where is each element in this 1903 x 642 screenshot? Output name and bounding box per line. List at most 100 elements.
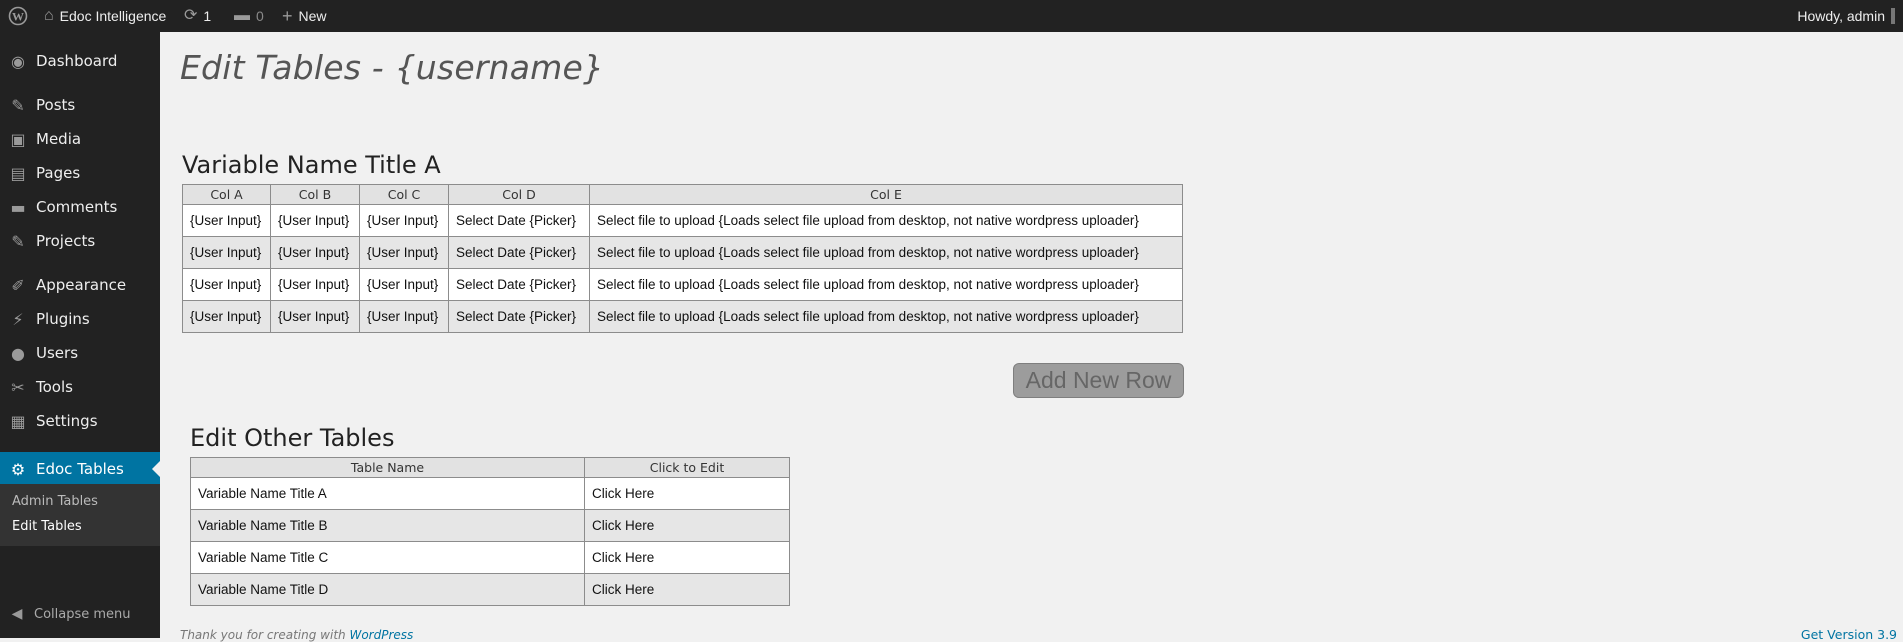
plus-icon: + <box>282 6 293 26</box>
user-input-cell[interactable]: {User Input} <box>182 236 271 269</box>
sidebar-item-appearance[interactable]: ✐ Appearance <box>0 268 160 302</box>
table-name-cell: Variable Name Title B <box>190 509 585 542</box>
user-input-cell[interactable]: {User Input} <box>270 300 360 333</box>
my-account-link[interactable]: Howdy, admin <box>1797 0 1895 32</box>
file-upload-cell[interactable]: Select file to upload {Loads select file… <box>589 204 1183 237</box>
comments-link[interactable]: ▬ 0 <box>234 0 264 32</box>
column-header: Table Name <box>190 457 585 478</box>
pin-icon: ✎ <box>11 231 25 251</box>
file-upload-cell[interactable]: Select file to upload {Loads select file… <box>589 300 1183 333</box>
updates-icon: ⟳ <box>184 7 198 24</box>
edit-link[interactable]: Click Here <box>584 509 790 542</box>
column-header: Col A <box>182 184 271 205</box>
sidebar-item-posts[interactable]: ✎ Posts <box>0 88 160 122</box>
user-input-cell[interactable]: {User Input} <box>182 268 271 301</box>
edit-link[interactable]: Click Here <box>584 541 790 574</box>
get-version-link[interactable]: Get Version 3.9 <box>1801 627 1897 642</box>
date-picker-cell[interactable]: Select Date {Picker} <box>448 236 590 269</box>
edit-link[interactable]: Click Here <box>584 477 790 510</box>
user-input-cell[interactable]: {User Input} <box>270 204 360 237</box>
wordpress-logo-icon[interactable]: W <box>8 0 28 32</box>
collapse-arrow-icon: ◀ <box>11 606 23 622</box>
sidebar-item-label: Media <box>36 130 82 148</box>
user-input-cell[interactable]: {User Input} <box>359 268 449 301</box>
column-header: Col B <box>270 184 360 205</box>
howdy-text: Howdy, admin <box>1797 8 1885 24</box>
page-title: Edit Tables - {username} <box>180 48 605 87</box>
user-input-cell[interactable]: {User Input} <box>182 300 271 333</box>
footer-thanks: Thank you for creating with WordPress <box>180 628 413 642</box>
column-header: Col E <box>589 184 1183 205</box>
submenu-item-edit-tables[interactable]: Edit Tables <box>12 519 82 534</box>
sidebar-item-label: Users <box>36 344 79 362</box>
avatar <box>1891 8 1895 24</box>
edit-link[interactable]: Click Here <box>584 573 790 606</box>
dashboard-icon: ◉ <box>11 51 25 71</box>
new-content-link[interactable]: + New <box>282 0 327 32</box>
brush-icon: ✐ <box>11 275 25 295</box>
other-tables-table: Table Name Click to Edit Variable Name T… <box>190 457 790 606</box>
wordpress-link[interactable]: WordPress <box>349 628 413 642</box>
user-input-cell[interactable]: {User Input} <box>359 300 449 333</box>
table-name-cell: Variable Name Title A <box>190 477 585 510</box>
collapse-menu-button[interactable]: ◀ Collapse menu <box>0 599 160 629</box>
table-a: Col A Col B Col C Col D Col E {User Inpu… <box>182 184 1183 333</box>
user-input-cell[interactable]: {User Input} <box>182 204 271 237</box>
sidebar-item-edoc-tables[interactable]: ⚙ Edoc Tables <box>0 452 160 486</box>
user-input-cell[interactable]: {User Input} <box>270 236 360 269</box>
home-icon: ⌂ <box>44 7 54 24</box>
admin-bar: W ⌂ Edoc Intelligence ⟳ 1 ▬ 0 + New Howd… <box>0 0 1903 32</box>
user-input-cell[interactable]: {User Input} <box>359 204 449 237</box>
table-row: {User Input} {User Input} {User Input} S… <box>182 236 1183 269</box>
pages-icon: ▤ <box>10 163 26 183</box>
file-upload-cell[interactable]: Select file to upload {Loads select file… <box>589 268 1183 301</box>
updates-count: 1 <box>203 8 212 24</box>
file-upload-cell[interactable]: Select file to upload {Loads select file… <box>589 236 1183 269</box>
table-row: Variable Name Title B Click Here <box>190 509 790 542</box>
sidebar-item-label: Dashboard <box>36 52 118 70</box>
sidebar-item-settings[interactable]: ▦ Settings <box>0 404 160 438</box>
table-row: Variable Name Title C Click Here <box>190 541 790 574</box>
sidebar-item-plugins[interactable]: ⚡ Plugins <box>0 302 160 336</box>
site-name: Edoc Intelligence <box>59 8 167 24</box>
table-row: Variable Name Title A Click Here <box>190 477 790 510</box>
sidebar-item-media[interactable]: ▣ Media <box>0 122 160 156</box>
add-new-row-button[interactable]: Add New Row <box>1013 363 1184 398</box>
settings-icon: ▦ <box>10 411 26 431</box>
edoc-tables-submenu: Admin Tables Edit Tables <box>0 484 160 546</box>
sidebar-item-label: Appearance <box>36 276 127 294</box>
table-name-cell: Variable Name Title C <box>190 541 585 574</box>
new-label: New <box>298 8 327 24</box>
user-input-cell[interactable]: {User Input} <box>359 236 449 269</box>
sidebar-item-label: Pages <box>36 164 81 182</box>
sidebar-item-tools[interactable]: ✂ Tools <box>0 370 160 404</box>
updates-link[interactable]: ⟳ 1 <box>184 0 211 32</box>
table-row: {User Input} {User Input} {User Input} S… <box>182 204 1183 237</box>
user-icon: ● <box>11 343 25 363</box>
table-row: {User Input} {User Input} {User Input} S… <box>182 300 1183 333</box>
admin-sidebar: ◉ Dashboard ✎ Posts ▣ Media ▤ Pages ▬ Co… <box>0 32 160 638</box>
date-picker-cell[interactable]: Select Date {Picker} <box>448 204 590 237</box>
column-header: Col D <box>448 184 590 205</box>
footer-thanks-text: Thank you for creating with <box>180 628 346 642</box>
sidebar-item-pages[interactable]: ▤ Pages <box>0 156 160 190</box>
date-picker-cell[interactable]: Select Date {Picker} <box>448 268 590 301</box>
sidebar-item-users[interactable]: ● Users <box>0 336 160 370</box>
sidebar-item-label: Edoc Tables <box>36 460 124 478</box>
sidebar-item-label: Comments <box>36 198 118 216</box>
comment-icon: ▬ <box>10 197 26 217</box>
pin-icon: ✎ <box>11 95 25 115</box>
wordpress-logo-icon: W <box>8 6 28 26</box>
submenu-item-admin-tables[interactable]: Admin Tables <box>12 494 98 509</box>
comment-icon: ▬ <box>234 7 250 24</box>
table-row: {User Input} {User Input} {User Input} S… <box>182 268 1183 301</box>
sidebar-item-projects[interactable]: ✎ Projects <box>0 224 160 258</box>
sidebar-item-comments[interactable]: ▬ Comments <box>0 190 160 224</box>
sidebar-item-label: Plugins <box>36 310 90 328</box>
site-name-link[interactable]: ⌂ Edoc Intelligence <box>44 0 166 32</box>
user-input-cell[interactable]: {User Input} <box>270 268 360 301</box>
date-picker-cell[interactable]: Select Date {Picker} <box>448 300 590 333</box>
table-a-title: Variable Name Title A <box>182 151 441 179</box>
gear-icon: ⚙ <box>10 459 26 479</box>
sidebar-item-dashboard[interactable]: ◉ Dashboard <box>0 44 160 78</box>
